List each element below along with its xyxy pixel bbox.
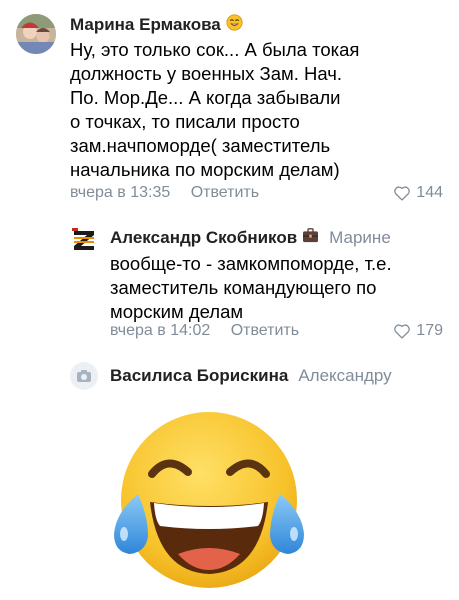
like-button[interactable]: 179 bbox=[393, 322, 443, 340]
comment-text: вообще-то - замкомпоморде, т.е. заместит… bbox=[110, 252, 450, 324]
author-name[interactable]: Василиса Борискина bbox=[110, 366, 288, 386]
reply-to-label[interactable]: Александру bbox=[298, 366, 391, 386]
comment-alexander: Александр Скобников Марине вообще-то - з… bbox=[0, 210, 459, 350]
heart-icon bbox=[394, 186, 411, 201]
text-line: зам.начпоморде( заместитель bbox=[70, 135, 331, 156]
like-count: 179 bbox=[416, 322, 443, 339]
text-line: По. Мор.Де... А когда забывали bbox=[70, 87, 341, 108]
author-row: Марина Ермакова bbox=[70, 14, 243, 36]
smiling-emoji-icon bbox=[226, 14, 243, 36]
reply-button[interactable]: Ответить bbox=[191, 184, 259, 201]
author-row: Александр Скобников Марине bbox=[110, 228, 391, 248]
like-button[interactable]: 144 bbox=[393, 184, 443, 202]
avatar-alexander[interactable] bbox=[70, 226, 98, 254]
timestamp[interactable]: вчера в 13:35 bbox=[70, 184, 170, 201]
text-line: заместитель командующего по bbox=[110, 277, 377, 298]
text-line: вообще-то - замкомпоморде, т.е. bbox=[110, 253, 392, 274]
comment-marina: Марина Ермакова Ну, это только сок... А … bbox=[0, 0, 459, 210]
timestamp[interactable]: вчера в 14:02 bbox=[110, 322, 210, 339]
text-line: должность у военных Зам. Нач. bbox=[70, 63, 343, 84]
text-line: о точках, то писали просто bbox=[70, 111, 300, 132]
comment-text: Ну, это только сок... А была токая должн… bbox=[70, 38, 450, 182]
reply-button[interactable]: Ответить bbox=[231, 322, 299, 339]
avatar-photo bbox=[16, 14, 56, 54]
avatar-vasilisa[interactable] bbox=[70, 362, 98, 390]
avatar-marina[interactable] bbox=[16, 14, 56, 54]
briefcase-icon bbox=[302, 228, 319, 248]
heart-icon bbox=[394, 324, 411, 339]
text-line: начальника по морским делам) bbox=[70, 159, 340, 180]
laughing-tears-emoji bbox=[108, 402, 310, 598]
reply-to-label[interactable]: Марине bbox=[329, 228, 391, 248]
author-name[interactable]: Марина Ермакова bbox=[70, 15, 221, 35]
text-line: морским делам bbox=[110, 301, 244, 322]
like-count: 144 bbox=[416, 184, 443, 201]
comment-vasilisa: Василиса Борискина Александру bbox=[0, 350, 459, 600]
author-name[interactable]: Александр Скобников bbox=[110, 228, 297, 248]
author-row: Василиса Борискина Александру bbox=[110, 366, 392, 386]
avatar-z-logo bbox=[70, 226, 98, 254]
text-line: Ну, это только сок... А была токая bbox=[70, 39, 360, 60]
camera-icon bbox=[77, 370, 91, 382]
comment-meta: вчера в 13:35 Ответить bbox=[70, 184, 259, 202]
comment-meta: вчера в 14:02 Ответить bbox=[110, 322, 299, 340]
